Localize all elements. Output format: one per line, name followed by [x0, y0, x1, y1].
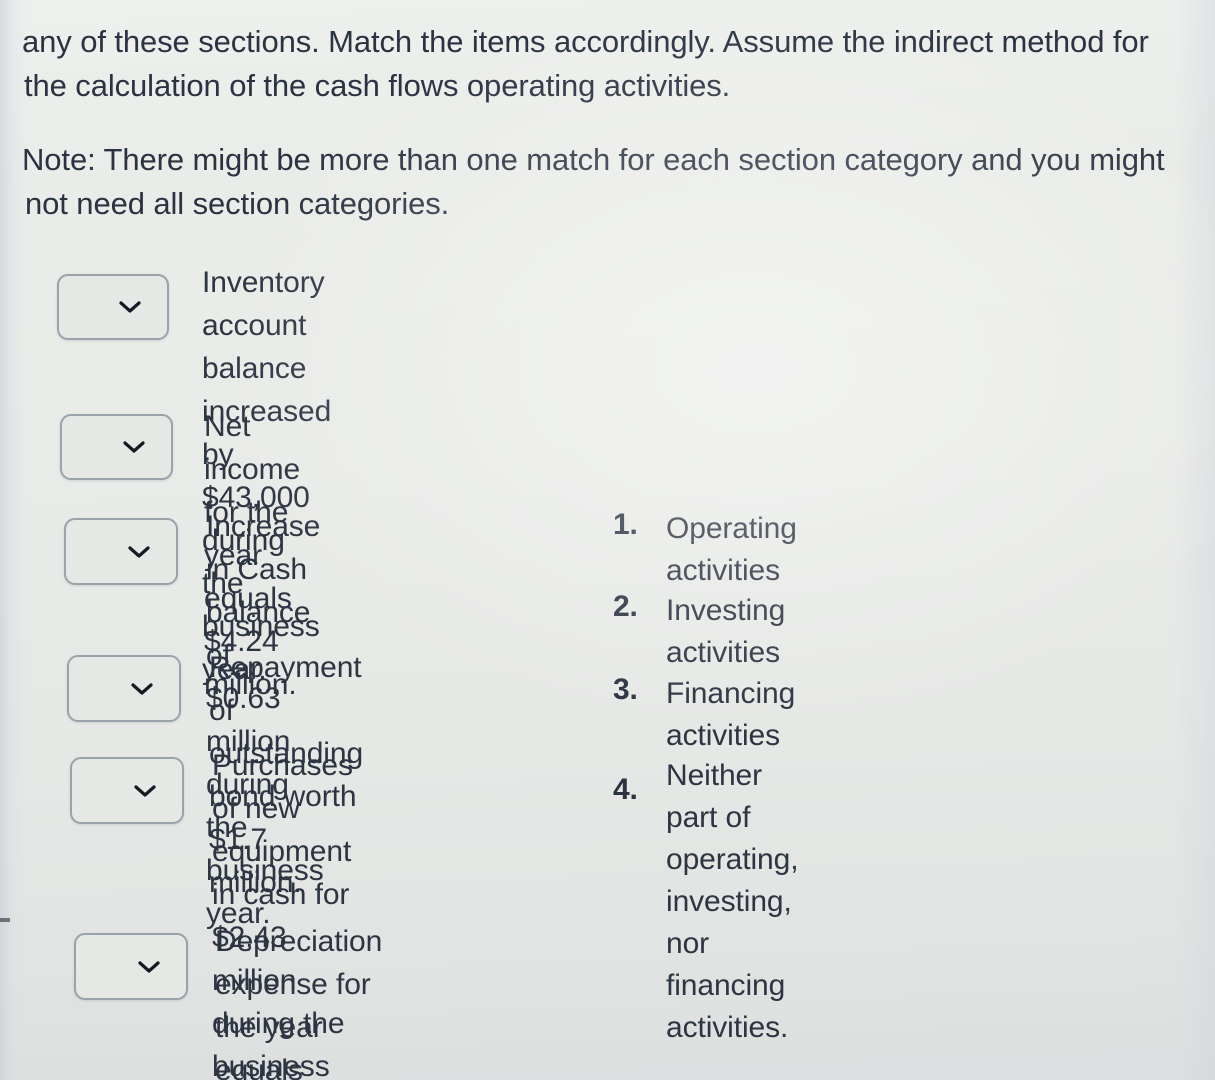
section-option-label: Operating activities — [666, 512, 797, 587]
section-option-label: Financing activities — [666, 677, 796, 752]
section-option-number: 3. — [613, 673, 638, 706]
photographed-screen: any of these sections. Match the items a… — [0, 0, 1215, 1080]
section-option-number: 1. — [613, 508, 638, 541]
section-option-number: 4. — [613, 773, 638, 806]
section-option-label: Neither part of operating, investing, no… — [666, 759, 799, 1044]
section-option-label: Investing activities — [666, 594, 786, 669]
section-option-number: 2. — [613, 590, 638, 623]
section-options-column: 1. Operating activities 2. Investing activi… — [0, 0, 1215, 1080]
